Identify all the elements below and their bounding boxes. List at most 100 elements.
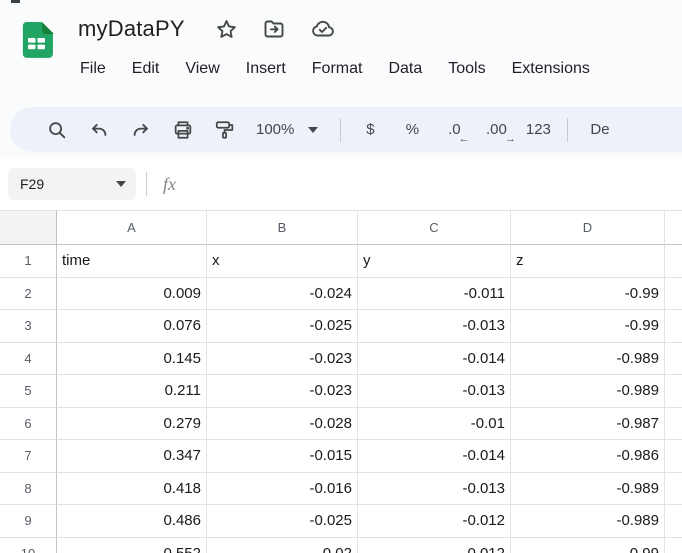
increase-decimal-button[interactable]: .00→ <box>475 114 517 146</box>
row-header[interactable]: 2 <box>0 278 57 311</box>
cell[interactable] <box>665 505 682 538</box>
cell[interactable]: -0.023 <box>207 343 358 376</box>
cell[interactable]: 0.347 <box>57 440 207 473</box>
cell[interactable] <box>665 375 682 408</box>
cell[interactable]: z <box>511 245 665 278</box>
row-header[interactable]: 7 <box>0 440 57 473</box>
cell[interactable]: x <box>207 245 358 278</box>
cell[interactable]: -0.024 <box>207 278 358 311</box>
menu-extensions[interactable]: Extensions <box>499 54 603 84</box>
increase-decimal-label: .00 <box>486 121 507 138</box>
row-header[interactable]: 5 <box>0 375 57 408</box>
cell[interactable]: -0.014 <box>358 440 511 473</box>
cell[interactable]: -0.013 <box>358 473 511 506</box>
cell[interactable]: 0.009 <box>57 278 207 311</box>
column-header-a[interactable]: A <box>57 211 207 245</box>
search-button[interactable] <box>36 114 78 146</box>
cell[interactable]: -0.01 <box>358 408 511 441</box>
select-all-corner[interactable] <box>0 211 57 245</box>
column-header-c[interactable]: C <box>358 211 511 245</box>
row-header[interactable]: 9 <box>0 505 57 538</box>
cell[interactable] <box>665 245 682 278</box>
cell[interactable]: 0.552 <box>57 538 207 553</box>
cell[interactable]: -0.013 <box>358 310 511 343</box>
print-button[interactable] <box>162 114 204 146</box>
name-box[interactable]: F29 <box>8 168 136 200</box>
star-icon[interactable] <box>215 18 238 41</box>
google-sheets-logo[interactable] <box>18 22 55 58</box>
cloud-saved-icon[interactable] <box>310 17 336 41</box>
cell[interactable]: 0.076 <box>57 310 207 343</box>
cell[interactable] <box>665 440 682 473</box>
table-row: 20.009-0.024-0.011-0.99 <box>0 278 682 311</box>
format-currency-button[interactable]: $ <box>349 114 391 146</box>
cell[interactable]: -0.023 <box>207 375 358 408</box>
table-row: 100.552-0.02-0.012-0.99 <box>0 538 682 553</box>
column-header-partial[interactable] <box>665 211 682 245</box>
cell[interactable]: -0.986 <box>511 440 665 473</box>
cell[interactable]: -0.989 <box>511 343 665 376</box>
row-header[interactable]: 1 <box>0 245 57 278</box>
format-percent-button[interactable]: % <box>391 114 433 146</box>
cell[interactable]: -0.99 <box>511 310 665 343</box>
cell[interactable]: time <box>57 245 207 278</box>
cell[interactable]: -0.02 <box>207 538 358 553</box>
grid-rows: 1timexyz20.009-0.024-0.011-0.9930.076-0.… <box>0 245 682 553</box>
decrease-decimal-button[interactable]: .0← <box>433 114 475 146</box>
cell[interactable]: -0.99 <box>511 278 665 311</box>
zoom-select[interactable]: 100% <box>246 121 332 138</box>
percent-label: % <box>406 121 419 138</box>
cell[interactable]: 0.145 <box>57 343 207 376</box>
row-header[interactable]: 10 <box>0 538 57 553</box>
undo-button[interactable] <box>78 114 120 146</box>
cell[interactable]: 0.279 <box>57 408 207 441</box>
cell[interactable]: y <box>358 245 511 278</box>
cell[interactable] <box>665 343 682 376</box>
cell[interactable] <box>665 538 682 553</box>
menu-format[interactable]: Format <box>299 54 376 84</box>
cell[interactable]: -0.014 <box>358 343 511 376</box>
menu-data[interactable]: Data <box>375 54 435 84</box>
cell[interactable] <box>665 473 682 506</box>
spreadsheet-grid: ABCD 1timexyz20.009-0.024-0.011-0.9930.0… <box>0 210 682 553</box>
redo-button[interactable] <box>120 114 162 146</box>
cell[interactable]: -0.989 <box>511 473 665 506</box>
column-header-b[interactable]: B <box>207 211 358 245</box>
cell[interactable]: -0.989 <box>511 375 665 408</box>
cell[interactable]: -0.011 <box>358 278 511 311</box>
cell[interactable]: 0.486 <box>57 505 207 538</box>
cell[interactable]: -0.99 <box>511 538 665 553</box>
row-header[interactable]: 3 <box>0 310 57 343</box>
row-header[interactable]: 6 <box>0 408 57 441</box>
cell[interactable]: -0.013 <box>358 375 511 408</box>
move-folder-icon[interactable] <box>262 17 286 41</box>
row-header[interactable]: 8 <box>0 473 57 506</box>
cell[interactable]: -0.012 <box>358 505 511 538</box>
cell[interactable]: -0.016 <box>207 473 358 506</box>
menu-file[interactable]: File <box>67 54 119 84</box>
cell[interactable]: -0.028 <box>207 408 358 441</box>
row-header[interactable]: 4 <box>0 343 57 376</box>
cell[interactable]: -0.015 <box>207 440 358 473</box>
menu-insert[interactable]: Insert <box>233 54 299 84</box>
cell[interactable]: -0.012 <box>358 538 511 553</box>
cell[interactable] <box>665 278 682 311</box>
cell[interactable]: 0.418 <box>57 473 207 506</box>
table-row: 50.211-0.023-0.013-0.989 <box>0 375 682 408</box>
menu-tools[interactable]: Tools <box>435 54 498 84</box>
column-header-d[interactable]: D <box>511 211 665 245</box>
cell[interactable] <box>665 310 682 343</box>
more-formats-label: 123 <box>526 121 551 138</box>
paint-format-button[interactable] <box>204 114 246 146</box>
cell[interactable]: -0.989 <box>511 505 665 538</box>
font-family-select[interactable]: De <box>576 121 609 138</box>
more-formats-button[interactable]: 123 <box>517 114 559 146</box>
cell[interactable]: -0.025 <box>207 310 358 343</box>
menu-edit[interactable]: Edit <box>119 54 173 84</box>
cell[interactable]: -0.025 <box>207 505 358 538</box>
menu-view[interactable]: View <box>172 54 232 84</box>
cell[interactable]: 0.211 <box>57 375 207 408</box>
cell[interactable] <box>665 408 682 441</box>
cell[interactable]: -0.987 <box>511 408 665 441</box>
document-title[interactable]: myDataPY <box>78 16 185 42</box>
